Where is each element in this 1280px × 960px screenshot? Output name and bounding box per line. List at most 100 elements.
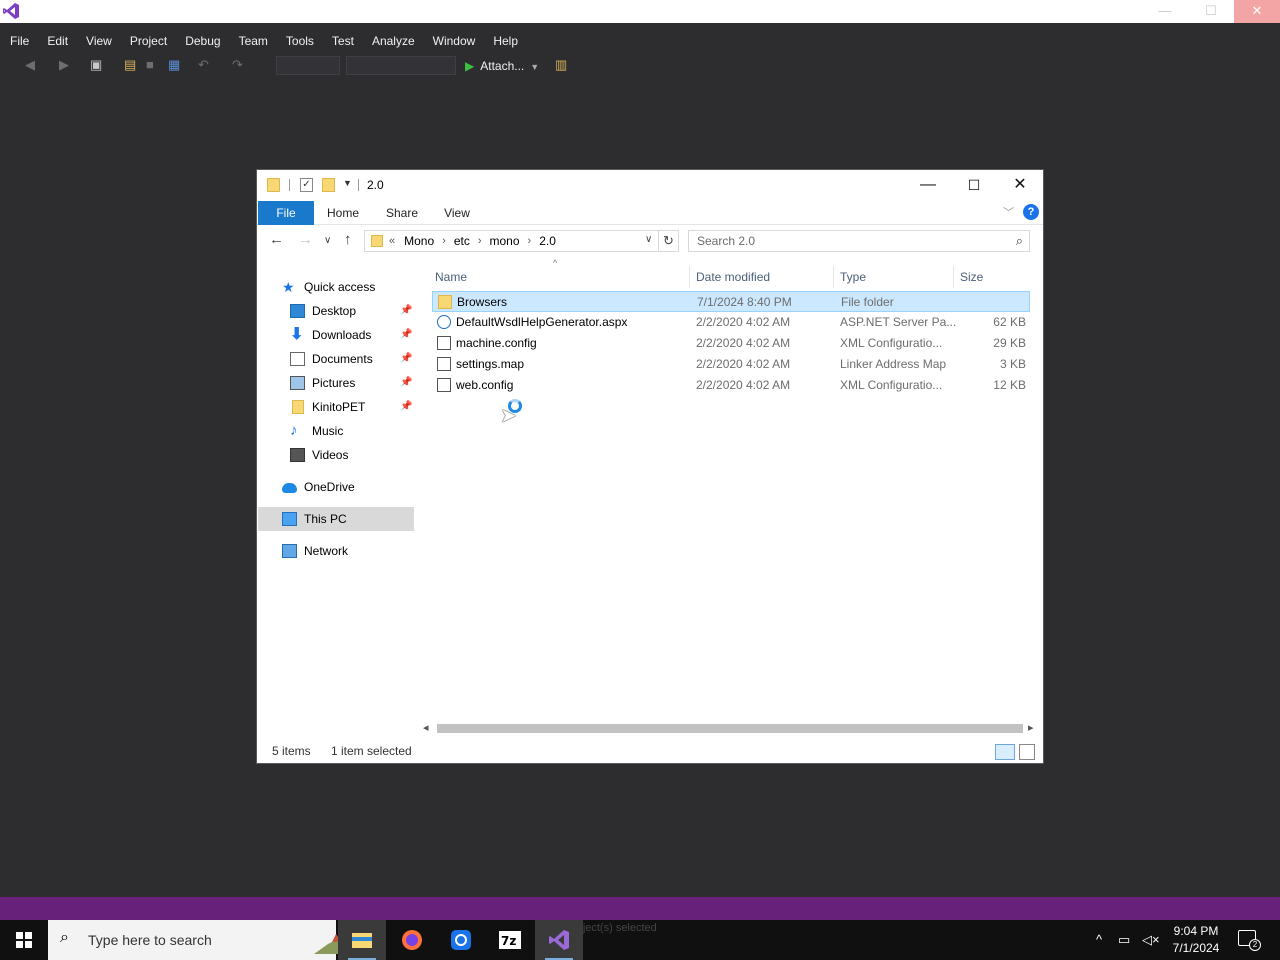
up-arrow-icon[interactable]: ↑: [344, 231, 352, 248]
nav-videos[interactable]: Videos: [290, 443, 417, 467]
open-file-icon[interactable]: ▤: [124, 57, 136, 73]
menu-debug[interactable]: Debug: [176, 30, 229, 52]
chevron-right-icon[interactable]: ›: [442, 231, 446, 251]
windows-start-icon[interactable]: [16, 932, 32, 948]
refresh-icon[interactable]: ↻: [659, 230, 679, 252]
breadcrumb-etc[interactable]: etc: [454, 231, 470, 251]
tab-home[interactable]: Home: [318, 201, 368, 225]
taskbar-chrome[interactable]: [437, 920, 485, 960]
vs-maximize-button[interactable]: ☐: [1188, 0, 1234, 23]
maximize-button[interactable]: ☐: [951, 170, 997, 200]
solution-platform-dropdown[interactable]: [346, 56, 456, 75]
nav-quick-access[interactable]: ★ Quick access: [282, 275, 417, 299]
new-project-icon[interactable]: ▣: [90, 57, 102, 73]
column-header-name[interactable]: Name: [435, 266, 685, 288]
nav-desktop[interactable]: Desktop 📌: [290, 299, 417, 323]
help-icon[interactable]: ?: [1023, 204, 1039, 220]
chevron-down-icon[interactable]: ∨: [645, 234, 652, 245]
chevron-right-icon[interactable]: ›: [528, 231, 532, 251]
file-row[interactable]: DefaultWsdlHelpGenerator.aspx 2/2/2020 4…: [432, 312, 1030, 333]
star-icon: ★: [282, 279, 295, 295]
menu-analyze[interactable]: Analyze: [363, 30, 424, 52]
forward-nav-icon[interactable]: ▶: [59, 57, 69, 73]
breadcrumb-mono[interactable]: Mono: [404, 231, 434, 251]
nav-downloads[interactable]: ⬇ Downloads 📌: [290, 323, 417, 347]
file-row[interactable]: settings.map 2/2/2020 4:02 AM Linker Add…: [432, 354, 1030, 375]
taskbar-search-input[interactable]: Type here to search: [88, 932, 212, 948]
nav-kinitopet[interactable]: KinitoPET 📌: [290, 395, 417, 419]
forward-arrow-icon[interactable]: →: [298, 231, 313, 248]
explorer-title-bar: ✓ ▼ 2.0 — ☐ ✕: [257, 170, 1043, 200]
menu-file[interactable]: File: [0, 30, 38, 52]
recent-locations-icon[interactable]: ∨: [324, 235, 331, 246]
horizontal-scrollbar[interactable]: ◂ ▸: [420, 720, 1040, 737]
menu-tools[interactable]: Tools: [277, 30, 323, 52]
desktop-icon: [290, 304, 305, 318]
taskbar-visual-studio[interactable]: [535, 920, 583, 960]
expand-ribbon-icon[interactable]: ﹀: [1003, 204, 1014, 220]
close-button[interactable]: ✕: [997, 170, 1043, 200]
breadcrumb: « Mono › etc › mono › 2.0: [389, 231, 556, 251]
tab-file[interactable]: File: [258, 201, 314, 225]
breadcrumb-mono-lower[interactable]: mono: [490, 231, 520, 251]
properties-icon[interactable]: ✓: [300, 178, 313, 192]
file-row[interactable]: machine.config 2/2/2020 4:02 AM XML Conf…: [432, 333, 1030, 354]
notifications-icon[interactable]: 2: [1238, 930, 1261, 951]
vs-close-button[interactable]: ✕: [1234, 0, 1280, 23]
file-row[interactable]: Browsers 7/1/2024 8:40 PM File folder: [432, 291, 1030, 312]
new-folder-icon[interactable]: [322, 178, 335, 192]
search-box[interactable]: Search 2.0 ⌕: [688, 230, 1030, 252]
menu-view[interactable]: View: [77, 30, 121, 52]
address-bar[interactable]: « Mono › etc › mono › 2.0 ∨: [364, 230, 659, 252]
tab-share[interactable]: Share: [377, 201, 427, 225]
chrome-icon: [451, 930, 471, 950]
menu-window[interactable]: Window: [424, 30, 485, 52]
nav-network[interactable]: Network: [282, 539, 417, 563]
minimize-button[interactable]: —: [905, 170, 951, 200]
taskbar-file-explorer[interactable]: [338, 920, 386, 960]
scrollbar-thumb[interactable]: [437, 724, 1023, 733]
details-view-icon[interactable]: [995, 744, 1015, 760]
menu-team[interactable]: Team: [230, 30, 277, 52]
menu-test[interactable]: Test: [323, 30, 363, 52]
network-status-icon[interactable]: ▭: [1118, 920, 1130, 960]
large-icons-view-icon[interactable]: [1019, 744, 1035, 760]
find-in-files-icon[interactable]: ▥: [555, 57, 567, 73]
menu-project[interactable]: Project: [121, 30, 176, 52]
nav-music[interactable]: ♪ Music: [290, 419, 417, 443]
menu-edit[interactable]: Edit: [38, 30, 77, 52]
back-arrow-icon[interactable]: ←: [269, 231, 284, 248]
nav-pictures[interactable]: Pictures 📌: [290, 371, 417, 395]
taskbar-search[interactable]: ⌕ Type here to search: [48, 920, 372, 960]
customize-quick-access-icon[interactable]: ▼: [343, 178, 352, 188]
solution-config-dropdown[interactable]: [276, 56, 340, 75]
save-all-icon[interactable]: ▦: [168, 57, 180, 73]
column-header-size[interactable]: Size: [960, 266, 1020, 288]
breadcrumb-2-0[interactable]: 2.0: [539, 231, 556, 251]
scroll-left-icon[interactable]: ◂: [423, 720, 429, 737]
taskbar-7zip[interactable]: 7z: [486, 920, 534, 960]
nav-this-pc[interactable]: This PC: [258, 507, 414, 531]
breadcrumb-overflow[interactable]: «: [389, 231, 395, 251]
attach-button[interactable]: ▶ Attach... ▼: [465, 56, 539, 76]
search-input[interactable]: Search 2.0: [697, 234, 755, 248]
volume-muted-icon[interactable]: ◁×: [1142, 920, 1160, 960]
vs-minimize-button[interactable]: —: [1142, 0, 1188, 23]
scroll-right-icon[interactable]: ▸: [1028, 720, 1034, 737]
nav-onedrive[interactable]: OneDrive: [282, 475, 417, 499]
show-hidden-icons-icon[interactable]: ^: [1096, 920, 1102, 960]
undo-icon[interactable]: ↶: [198, 57, 209, 73]
column-header-date[interactable]: Date modified: [696, 266, 826, 288]
column-header-type[interactable]: Type: [840, 266, 940, 288]
redo-icon[interactable]: ↷: [232, 57, 243, 73]
chevron-right-icon[interactable]: ›: [478, 231, 482, 251]
save-icon[interactable]: ■: [146, 57, 154, 73]
nav-documents[interactable]: Documents 📌: [290, 347, 417, 371]
back-nav-icon[interactable]: ◀: [25, 57, 35, 73]
menu-help[interactable]: Help: [484, 30, 527, 52]
pin-icon: 📌: [400, 305, 413, 316]
taskbar-firefox[interactable]: [388, 920, 436, 960]
file-row[interactable]: web.config 2/2/2020 4:02 AM XML Configur…: [432, 375, 1030, 396]
tab-view[interactable]: View: [433, 201, 481, 225]
system-clock[interactable]: 9:04 PM 7/1/2024: [1168, 923, 1224, 957]
